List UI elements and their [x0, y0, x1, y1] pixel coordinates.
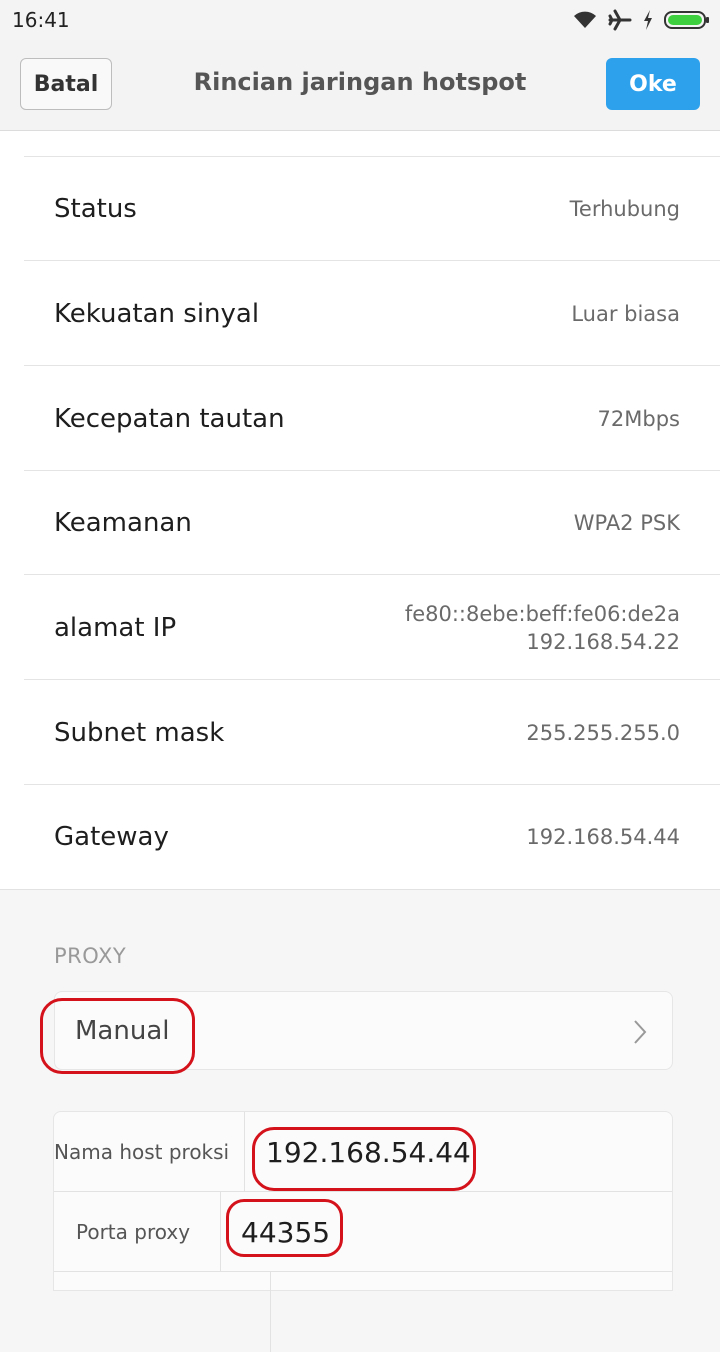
detail-label: Kekuatan sinyal — [54, 299, 260, 329]
proxy-next-row — [54, 1272, 672, 1352]
detail-value: Luar biasa — [571, 302, 680, 326]
detail-row-link-speed: Kecepatan tautan 72Mbps — [0, 367, 720, 471]
status-icons — [572, 6, 710, 34]
ipv6-address: fe80::8ebe:beff:fe06:de2a — [404, 602, 680, 626]
detail-value: 192.168.54.44 — [526, 825, 680, 849]
detail-label: alamat IP — [54, 613, 177, 643]
annotation-oval — [40, 998, 195, 1074]
status-time: 16:41 — [12, 8, 70, 32]
detail-value: 72Mbps — [597, 407, 680, 431]
annotation-oval — [252, 1127, 476, 1191]
detail-row-ip-address: alamat IP fe80::8ebe:beff:fe06:de2a 192.… — [0, 576, 720, 680]
network-details-list: Status Terhubung Kekuatan sinyal Luar bi… — [0, 131, 720, 890]
charging-icon — [644, 10, 652, 30]
battery-icon — [664, 11, 709, 29]
detail-value: Terhubung — [569, 197, 680, 221]
chevron-right-icon — [634, 1020, 647, 1044]
detail-row-signal-strength: Kekuatan sinyal Luar biasa — [0, 262, 720, 366]
proxy-host-label: Nama host proksi — [54, 1140, 230, 1164]
detail-row-subnet-mask: Subnet mask 255.255.255.0 — [0, 681, 720, 785]
detail-label: Status — [54, 194, 137, 224]
detail-label: Gateway — [54, 822, 169, 852]
status-bar: 16:41 — [0, 0, 720, 40]
proxy-section-label: PROXY — [54, 944, 127, 968]
annotation-oval — [226, 1199, 343, 1257]
wifi-icon — [574, 11, 596, 28]
ok-button[interactable]: Oke — [606, 58, 700, 110]
proxy-port-label: Porta proxy — [76, 1220, 191, 1244]
detail-row-security: Keamanan WPA2 PSK — [0, 471, 720, 575]
detail-label: Kecepatan tautan — [54, 404, 285, 434]
ipv4-address: 192.168.54.22 — [526, 630, 680, 654]
detail-row-status: Status Terhubung — [0, 157, 720, 261]
detail-label: Keamanan — [54, 508, 192, 538]
detail-label: Subnet mask — [54, 718, 225, 748]
cancel-button[interactable]: Batal — [20, 58, 112, 110]
title-bar: Batal Rincian jaringan hotspot Oke — [0, 40, 720, 131]
proxy-port-row: Porta proxy 44355 — [54, 1192, 672, 1272]
detail-value: WPA2 PSK — [573, 511, 680, 535]
detail-value: fe80::8ebe:beff:fe06:de2a 192.168.54.22 — [405, 600, 680, 656]
airplane-icon — [608, 9, 632, 31]
detail-row-gateway: Gateway 192.168.54.44 — [0, 785, 720, 889]
detail-value: 255.255.255.0 — [526, 721, 680, 745]
page-title: Rincian jaringan hotspot — [193, 68, 527, 96]
